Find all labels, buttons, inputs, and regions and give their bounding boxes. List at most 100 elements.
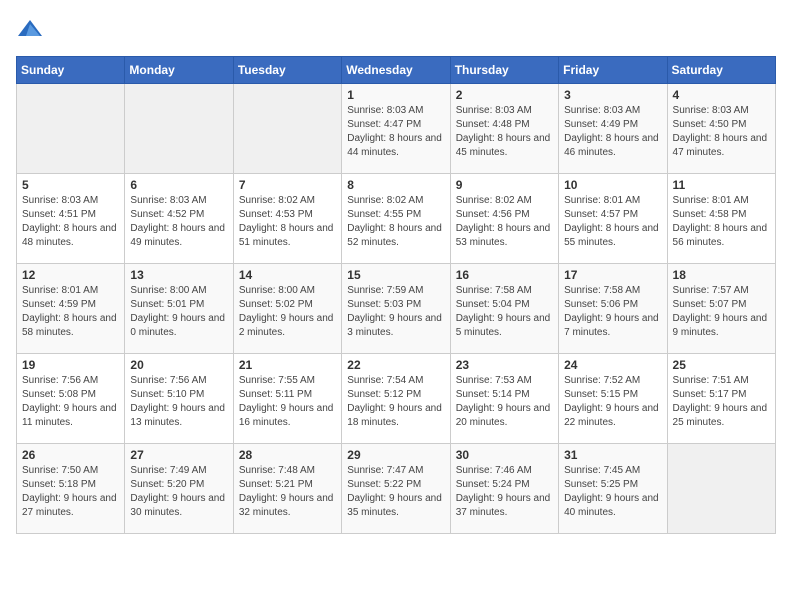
weekday-header-friday: Friday xyxy=(559,57,667,84)
calendar-cell: 23 Sunrise: 7:53 AMSunset: 5:14 PMDayligh… xyxy=(450,354,558,444)
calendar-cell: 20 Sunrise: 7:56 AMSunset: 5:10 PMDayligh… xyxy=(125,354,233,444)
calendar-cell: 10 Sunrise: 8:01 AMSunset: 4:57 PMDayligh… xyxy=(559,174,667,264)
calendar-week-2: 5 Sunrise: 8:03 AMSunset: 4:51 PMDaylight… xyxy=(17,174,776,264)
calendar-cell: 25Sunrise: 7:51 AMSunset: 5:17 PMDayligh… xyxy=(667,354,775,444)
weekday-header-row: SundayMondayTuesdayWednesdayThursdayFrid… xyxy=(17,57,776,84)
day-info: Sunrise: 7:45 AMSunset: 5:25 PMDaylight:… xyxy=(564,464,661,520)
day-info: Sunrise: 7:55 AMSunset: 5:11 PMDaylight:… xyxy=(239,374,336,430)
calendar-cell: 2 Sunrise: 8:03 AMSunset: 4:48 PMDaylight… xyxy=(450,84,558,174)
calendar-cell: 22 Sunrise: 7:54 AMSunset: 5:12 PMDayligh… xyxy=(342,354,450,444)
day-number: 30 xyxy=(456,448,553,462)
calendar-cell: 21 Sunrise: 7:55 AMSunset: 5:11 PMDayligh… xyxy=(233,354,341,444)
calendar-cell: 29 Sunrise: 7:47 AMSunset: 5:22 PMDayligh… xyxy=(342,444,450,534)
day-number: 13 xyxy=(130,268,227,282)
day-info: Sunrise: 8:01 AMSunset: 4:58 PMDaylight:… xyxy=(673,194,770,250)
calendar-week-5: 26Sunrise: 7:50 AMSunset: 5:18 PMDayligh… xyxy=(17,444,776,534)
day-info: Sunrise: 7:49 AMSunset: 5:20 PMDaylight:… xyxy=(130,464,227,520)
day-info: Sunrise: 7:53 AMSunset: 5:14 PMDaylight:… xyxy=(456,374,553,430)
calendar-cell xyxy=(233,84,341,174)
day-number: 21 xyxy=(239,358,336,372)
weekday-header-monday: Monday xyxy=(125,57,233,84)
calendar-cell: 15Sunrise: 7:59 AMSunset: 5:03 PMDayligh… xyxy=(342,264,450,354)
calendar-week-4: 19Sunrise: 7:56 AMSunset: 5:08 PMDayligh… xyxy=(17,354,776,444)
calendar-cell: 18 Sunrise: 7:57 AMSunset: 5:07 PMDayligh… xyxy=(667,264,775,354)
weekday-header-thursday: Thursday xyxy=(450,57,558,84)
day-info: Sunrise: 7:58 AMSunset: 5:06 PMDaylight:… xyxy=(564,284,661,340)
day-number: 27 xyxy=(130,448,227,462)
day-number: 11 xyxy=(673,178,770,192)
day-info: Sunrise: 7:52 AMSunset: 5:15 PMDaylight:… xyxy=(564,374,661,430)
calendar-cell: 30 Sunrise: 7:46 AMSunset: 5:24 PMDayligh… xyxy=(450,444,558,534)
day-number: 18 xyxy=(673,268,770,282)
day-info: Sunrise: 7:47 AMSunset: 5:22 PMDaylight:… xyxy=(347,464,444,520)
calendar-cell: 27 Sunrise: 7:49 AMSunset: 5:20 PMDayligh… xyxy=(125,444,233,534)
day-number: 12 xyxy=(22,268,119,282)
day-info: Sunrise: 8:01 AMSunset: 4:59 PMDaylight:… xyxy=(22,284,119,340)
day-number: 7 xyxy=(239,178,336,192)
calendar-cell: 19Sunrise: 7:56 AMSunset: 5:08 PMDayligh… xyxy=(17,354,125,444)
weekday-header-sunday: Sunday xyxy=(17,57,125,84)
day-info: Sunrise: 7:58 AMSunset: 5:04 PMDaylight:… xyxy=(456,284,553,340)
calendar-cell: 4 Sunrise: 8:03 AMSunset: 4:50 PMDaylight… xyxy=(667,84,775,174)
day-info: Sunrise: 7:59 AMSunset: 5:03 PMDaylight:… xyxy=(347,284,444,340)
day-number: 8 xyxy=(347,178,444,192)
day-number: 3 xyxy=(564,88,661,102)
logo xyxy=(16,16,48,44)
calendar-cell: 12 Sunrise: 8:01 AMSunset: 4:59 PMDayligh… xyxy=(17,264,125,354)
day-number: 29 xyxy=(347,448,444,462)
day-info: Sunrise: 7:56 AMSunset: 5:08 PMDaylight:… xyxy=(22,374,119,430)
day-number: 28 xyxy=(239,448,336,462)
day-number: 1 xyxy=(347,88,444,102)
day-number: 26 xyxy=(22,448,119,462)
calendar-body: 1 Sunrise: 8:03 AMSunset: 4:47 PMDaylight… xyxy=(17,84,776,534)
day-number: 16 xyxy=(456,268,553,282)
calendar-cell: 8 Sunrise: 8:02 AMSunset: 4:55 PMDaylight… xyxy=(342,174,450,264)
day-info: Sunrise: 8:00 AMSunset: 5:02 PMDaylight:… xyxy=(239,284,336,340)
calendar-cell: 16 Sunrise: 7:58 AMSunset: 5:04 PMDayligh… xyxy=(450,264,558,354)
day-info: Sunrise: 8:03 AMSunset: 4:48 PMDaylight:… xyxy=(456,104,553,160)
logo-icon xyxy=(16,16,44,44)
calendar-week-1: 1 Sunrise: 8:03 AMSunset: 4:47 PMDaylight… xyxy=(17,84,776,174)
day-info: Sunrise: 8:03 AMSunset: 4:52 PMDaylight:… xyxy=(130,194,227,250)
calendar-cell xyxy=(667,444,775,534)
day-number: 6 xyxy=(130,178,227,192)
day-info: Sunrise: 7:56 AMSunset: 5:10 PMDaylight:… xyxy=(130,374,227,430)
day-info: Sunrise: 8:02 AMSunset: 4:53 PMDaylight:… xyxy=(239,194,336,250)
weekday-header-wednesday: Wednesday xyxy=(342,57,450,84)
day-info: Sunrise: 8:03 AMSunset: 4:50 PMDaylight:… xyxy=(673,104,770,160)
calendar-cell: 9Sunrise: 8:02 AMSunset: 4:56 PMDaylight… xyxy=(450,174,558,264)
day-number: 20 xyxy=(130,358,227,372)
day-info: Sunrise: 7:46 AMSunset: 5:24 PMDaylight:… xyxy=(456,464,553,520)
calendar-cell: 6 Sunrise: 8:03 AMSunset: 4:52 PMDaylight… xyxy=(125,174,233,264)
calendar-table: SundayMondayTuesdayWednesdayThursdayFrid… xyxy=(16,56,776,534)
day-number: 2 xyxy=(456,88,553,102)
calendar-cell: 14Sunrise: 8:00 AMSunset: 5:02 PMDayligh… xyxy=(233,264,341,354)
calendar-cell: 26Sunrise: 7:50 AMSunset: 5:18 PMDayligh… xyxy=(17,444,125,534)
day-info: Sunrise: 8:01 AMSunset: 4:57 PMDaylight:… xyxy=(564,194,661,250)
day-info: Sunrise: 7:51 AMSunset: 5:17 PMDaylight:… xyxy=(673,374,770,430)
calendar-cell xyxy=(125,84,233,174)
calendar-cell: 5 Sunrise: 8:03 AMSunset: 4:51 PMDaylight… xyxy=(17,174,125,264)
day-number: 5 xyxy=(22,178,119,192)
weekday-header-tuesday: Tuesday xyxy=(233,57,341,84)
day-info: Sunrise: 8:03 AMSunset: 4:47 PMDaylight:… xyxy=(347,104,444,160)
calendar-cell: 11 Sunrise: 8:01 AMSunset: 4:58 PMDayligh… xyxy=(667,174,775,264)
calendar-cell: 24 Sunrise: 7:52 AMSunset: 5:15 PMDayligh… xyxy=(559,354,667,444)
day-number: 24 xyxy=(564,358,661,372)
day-number: 23 xyxy=(456,358,553,372)
calendar-cell: 31 Sunrise: 7:45 AMSunset: 5:25 PMDayligh… xyxy=(559,444,667,534)
day-info: Sunrise: 8:03 AMSunset: 4:51 PMDaylight:… xyxy=(22,194,119,250)
calendar-cell: 3 Sunrise: 8:03 AMSunset: 4:49 PMDaylight… xyxy=(559,84,667,174)
day-info: Sunrise: 8:02 AMSunset: 4:55 PMDaylight:… xyxy=(347,194,444,250)
calendar-cell: 13Sunrise: 8:00 AMSunset: 5:01 PMDayligh… xyxy=(125,264,233,354)
day-number: 10 xyxy=(564,178,661,192)
day-number: 22 xyxy=(347,358,444,372)
day-number: 31 xyxy=(564,448,661,462)
calendar-cell: 28Sunrise: 7:48 AMSunset: 5:21 PMDayligh… xyxy=(233,444,341,534)
day-number: 4 xyxy=(673,88,770,102)
day-info: Sunrise: 8:03 AMSunset: 4:49 PMDaylight:… xyxy=(564,104,661,160)
calendar-cell xyxy=(17,84,125,174)
day-info: Sunrise: 7:54 AMSunset: 5:12 PMDaylight:… xyxy=(347,374,444,430)
weekday-header-saturday: Saturday xyxy=(667,57,775,84)
day-info: Sunrise: 7:57 AMSunset: 5:07 PMDaylight:… xyxy=(673,284,770,340)
